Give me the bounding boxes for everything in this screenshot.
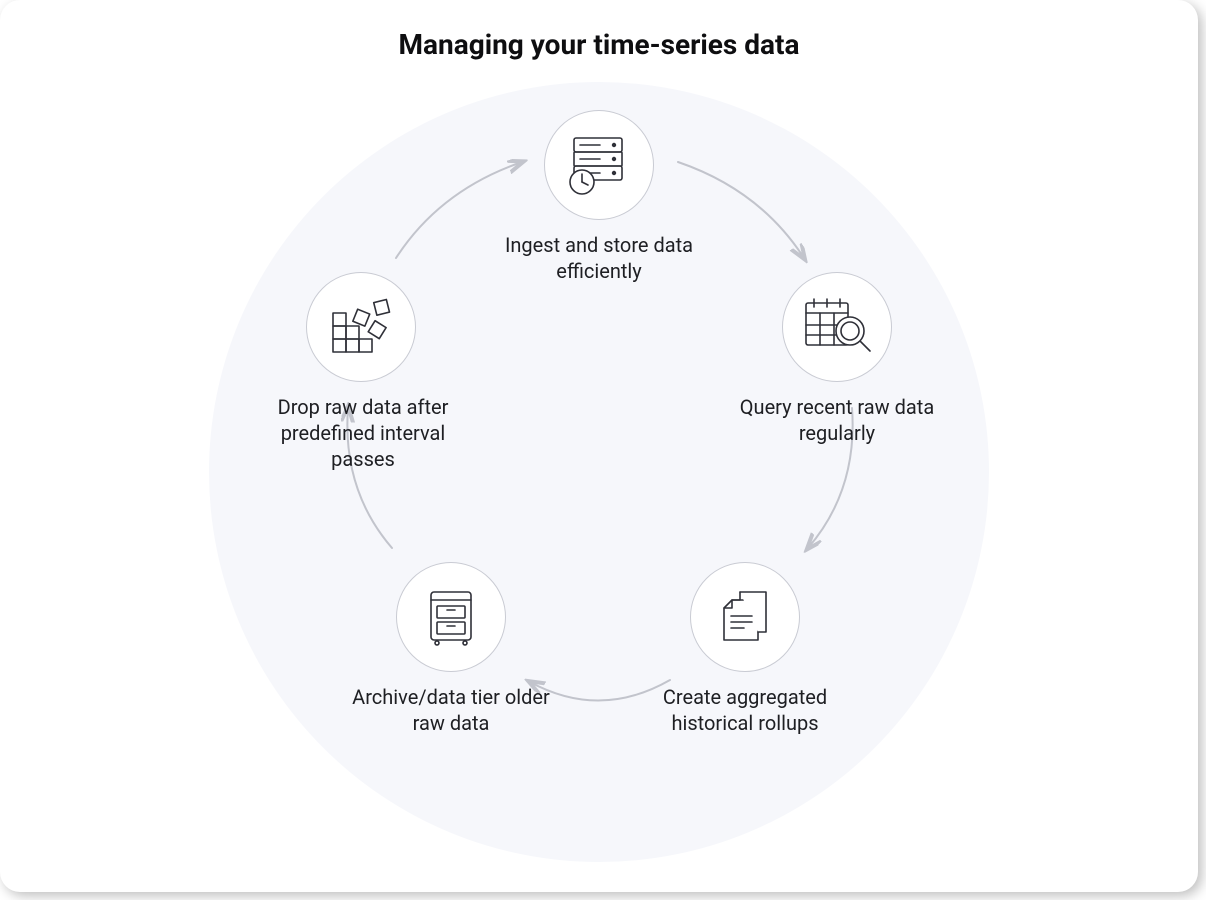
stage-archive-label: Archive/data tier older raw data [341,684,561,736]
blocks-falling-icon [327,297,395,357]
diagram-card: Managing your time-series data [0,0,1198,892]
stage-ingest [544,110,654,220]
documents-icon [714,586,776,648]
cabinet-icon [423,586,479,648]
stage-query-label: Query recent raw data regularly [727,394,947,446]
stage-rollup-label: Create aggregated historical rollups [635,684,855,736]
calendar-search-icon [800,295,874,359]
stage-rollup [690,562,800,672]
stage-archive [396,562,506,672]
stage-drop [306,272,416,382]
stage-query [782,272,892,382]
stage-ingest-label: Ingest and store data efficiently [489,232,709,284]
server-clock-icon [564,134,634,196]
stage-drop-label: Drop raw data after predefined interval … [251,394,475,472]
